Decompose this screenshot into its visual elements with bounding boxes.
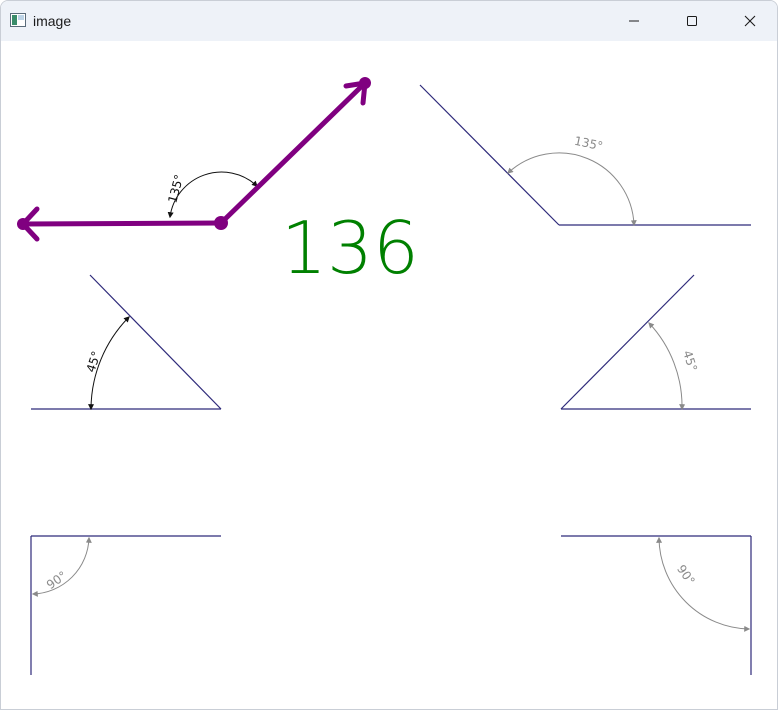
angle-drawing: 135° 45° 45° 90° 90° 135° 136 [17, 77, 752, 675]
reference-line [419, 84, 560, 226]
vector-line-left[interactable] [20, 220, 224, 227]
title-bar[interactable]: image [1, 1, 777, 41]
image-viewer-icon [10, 13, 26, 27]
reference-angle-90-left: 90° [30, 535, 221, 675]
reference-angle-label: 90° [44, 568, 69, 592]
reference-angle-label: 135° [573, 134, 604, 154]
close-icon [744, 15, 756, 27]
minimize-icon [629, 20, 639, 22]
vector-handle-left[interactable] [17, 218, 29, 230]
app-window: image 135° 45° 45° 90° 90° 135° 136 [0, 0, 778, 710]
reference-angle-135-top-right: 135° [419, 84, 751, 227]
reference-arc [648, 322, 686, 411]
maximize-button[interactable] [663, 1, 721, 41]
minimize-button[interactable] [605, 1, 663, 41]
vector-handle-vertex[interactable] [214, 216, 228, 230]
vector-line-up-right[interactable] [218, 80, 368, 226]
maximize-icon [687, 16, 697, 26]
reference-arc [507, 152, 637, 227]
vector-handle-up-right[interactable] [359, 77, 371, 89]
reference-angle-label: 90° [674, 562, 698, 587]
close-button[interactable] [721, 1, 777, 41]
reference-arc [656, 536, 751, 632]
reference-angle-90-right: 90° [561, 535, 752, 675]
reference-angle-45-left: 45° [31, 274, 222, 411]
reference-angle-label: 45° [680, 349, 700, 374]
reference-angle-45-right: 45° [560, 274, 751, 411]
measured-angle-value: 136 [281, 206, 419, 290]
window-title: image [33, 13, 72, 29]
reference-line [560, 274, 695, 410]
reference-angle-label: 45° [84, 349, 104, 374]
image-canvas[interactable]: 135° 45° 45° 90° 90° 135° 136 [1, 41, 777, 709]
